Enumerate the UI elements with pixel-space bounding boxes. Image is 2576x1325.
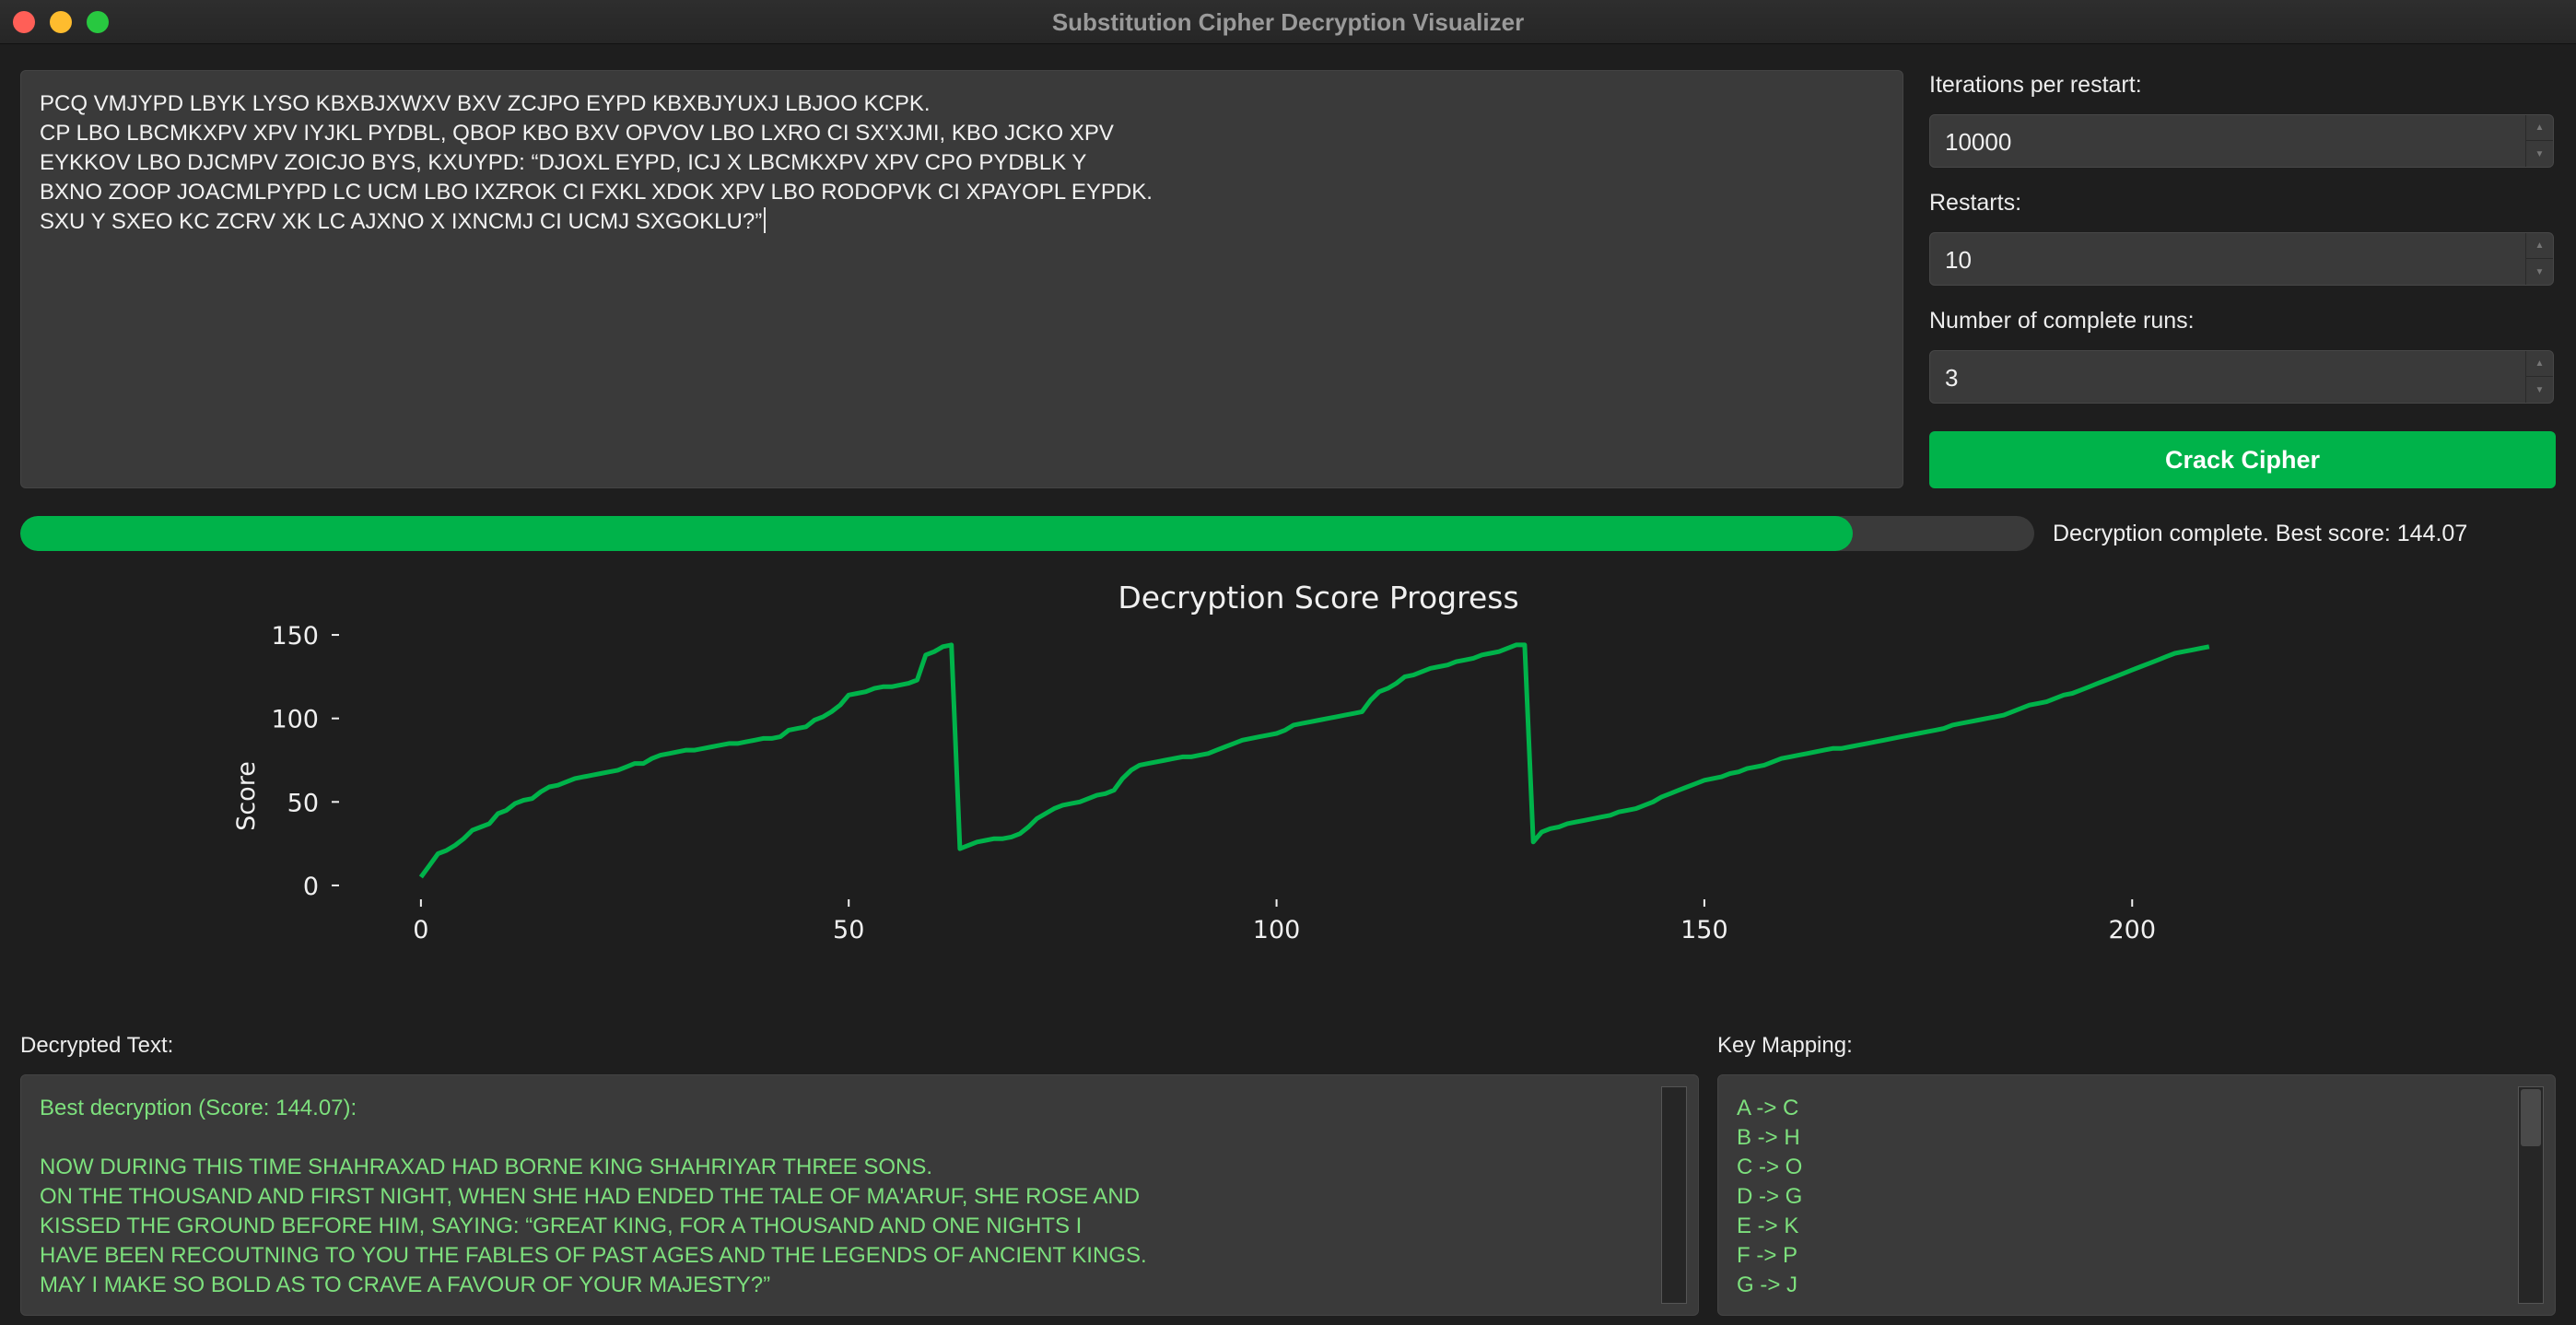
cipher-line: EYKKOV LBO DJCMPV ZOICJO BYS, KXUYPD: “D… xyxy=(40,150,1087,175)
decrypted-line: NOW DURING THIS TIME SHAHRAXAD HAD BORNE… xyxy=(40,1155,933,1179)
runs-spinbox[interactable]: 3 ▲ ▼ xyxy=(1929,350,2554,404)
iterations-label: Iterations per restart: xyxy=(1929,72,2142,98)
key-mapping-area[interactable]: A -> C B -> H C -> O D -> G E -> K F -> … xyxy=(1717,1074,2556,1316)
key-mapping-item: D -> G xyxy=(1737,1184,1803,1209)
text-caret xyxy=(764,207,767,233)
restarts-label: Restarts: xyxy=(1929,190,2022,216)
cipher-line: CP LBO LBCMKXPV XPV IYJKL PYDBL, QBOP KB… xyxy=(40,121,1114,146)
cipher-line: BXNO ZOOP JOACMLPYPD LC UCM LBO IXZROK C… xyxy=(40,180,1153,205)
x-tick-label: 100 xyxy=(1253,916,1301,944)
decrement-icon[interactable]: ▼ xyxy=(2526,141,2553,167)
progress-bar xyxy=(20,516,2034,551)
decrypted-line: ON THE THOUSAND AND FIRST NIGHT, WHEN SH… xyxy=(40,1184,1141,1209)
key-mapping-item: F -> P xyxy=(1737,1243,1798,1268)
runs-value: 3 xyxy=(1945,364,1959,392)
iterations-value: 10000 xyxy=(1945,128,2012,156)
key-mapping-item: A -> C xyxy=(1737,1096,1799,1120)
key-mapping-item: C -> O xyxy=(1737,1155,1803,1179)
decrement-icon[interactable]: ▼ xyxy=(2526,377,2553,403)
score-chart: Decryption Score Progress Score 0 50 100 15… xyxy=(232,580,2210,944)
cipher-line: PCQ VMJYPD LBYK LYSO KBXBJXWXV BXV ZCJPO… xyxy=(40,91,931,116)
decrypted-line: KISSED THE GROUND BEFORE HIM, SAYING: “G… xyxy=(40,1214,1083,1238)
decrypted-text-label: Decrypted Text: xyxy=(20,1033,174,1058)
key-mapping-item: G -> J xyxy=(1737,1272,1798,1297)
decrement-icon[interactable]: ▼ xyxy=(2526,259,2553,285)
cipher-text-input[interactable]: PCQ VMJYPD LBYK LYSO KBXBJXWXV BXV ZCJPO… xyxy=(20,70,1903,488)
restarts-spinbox[interactable]: 10 ▲ ▼ xyxy=(1929,232,2554,286)
window-title: Substitution Cipher Decryption Visualize… xyxy=(1051,8,1525,36)
restarts-value: 10 xyxy=(1945,246,1972,274)
chart-title: Decryption Score Progress xyxy=(1118,580,1518,616)
decrypted-text-area[interactable]: Best decryption (Score: 144.07): NOW DUR… xyxy=(20,1074,1699,1316)
decrypted-line: MAY I MAKE SO BOLD AS TO CRAVE A FAVOUR … xyxy=(40,1272,771,1297)
x-tick-label: 150 xyxy=(1680,916,1728,944)
key-mapping-item: E -> K xyxy=(1737,1214,1799,1238)
runs-stepper[interactable]: ▲ ▼ xyxy=(2525,351,2553,403)
increment-icon[interactable]: ▲ xyxy=(2526,233,2553,259)
status-text: Decryption complete. Best score: 144.07 xyxy=(2053,521,2468,546)
x-tick-label: 200 xyxy=(2108,916,2156,944)
iterations-stepper[interactable]: ▲ ▼ xyxy=(2525,115,2553,167)
y-tick-label: 50 xyxy=(287,789,319,817)
runs-label: Number of complete runs: xyxy=(1929,308,2195,334)
restarts-stepper[interactable]: ▲ ▼ xyxy=(2525,233,2553,285)
y-tick-label: 0 xyxy=(303,873,319,901)
cipher-line-text: SXU Y SXEO KC ZCRV XK LC AJXNO X IXNCMJ … xyxy=(40,209,763,234)
x-tick-label: 50 xyxy=(833,916,864,944)
cipher-line-last: SXU Y SXEO KC ZCRV XK LC AJXNO X IXNCMJ … xyxy=(40,207,1884,237)
window-titlebar: Substitution Cipher Decryption Visualize… xyxy=(0,0,2576,44)
y-tick-label: 100 xyxy=(271,706,319,734)
increment-icon[interactable]: ▲ xyxy=(2526,351,2553,377)
x-tick-label: 0 xyxy=(413,916,428,944)
chart-y-axis-label: Score xyxy=(232,761,261,831)
decrypted-line: HAVE BEEN RECOUTNING TO YOU THE FABLES O… xyxy=(40,1243,1147,1268)
progress-fill xyxy=(20,516,1854,551)
key-mapping-scrollbar[interactable] xyxy=(2518,1086,2544,1304)
key-mapping-item: B -> H xyxy=(1737,1125,1800,1150)
increment-icon[interactable]: ▲ xyxy=(2526,115,2553,141)
decrypted-scrollbar[interactable] xyxy=(1661,1086,1687,1304)
iterations-spinbox[interactable]: 10000 ▲ ▼ xyxy=(1929,114,2554,168)
y-tick-label: 150 xyxy=(271,622,319,651)
key-mapping-label: Key Mapping: xyxy=(1717,1033,1853,1058)
score-series-line xyxy=(418,642,2210,879)
decryption-header: Best decryption (Score: 144.07): xyxy=(40,1096,357,1120)
scroll-thumb[interactable] xyxy=(2521,1089,2541,1146)
crack-cipher-button[interactable]: Crack Cipher xyxy=(1929,431,2556,488)
